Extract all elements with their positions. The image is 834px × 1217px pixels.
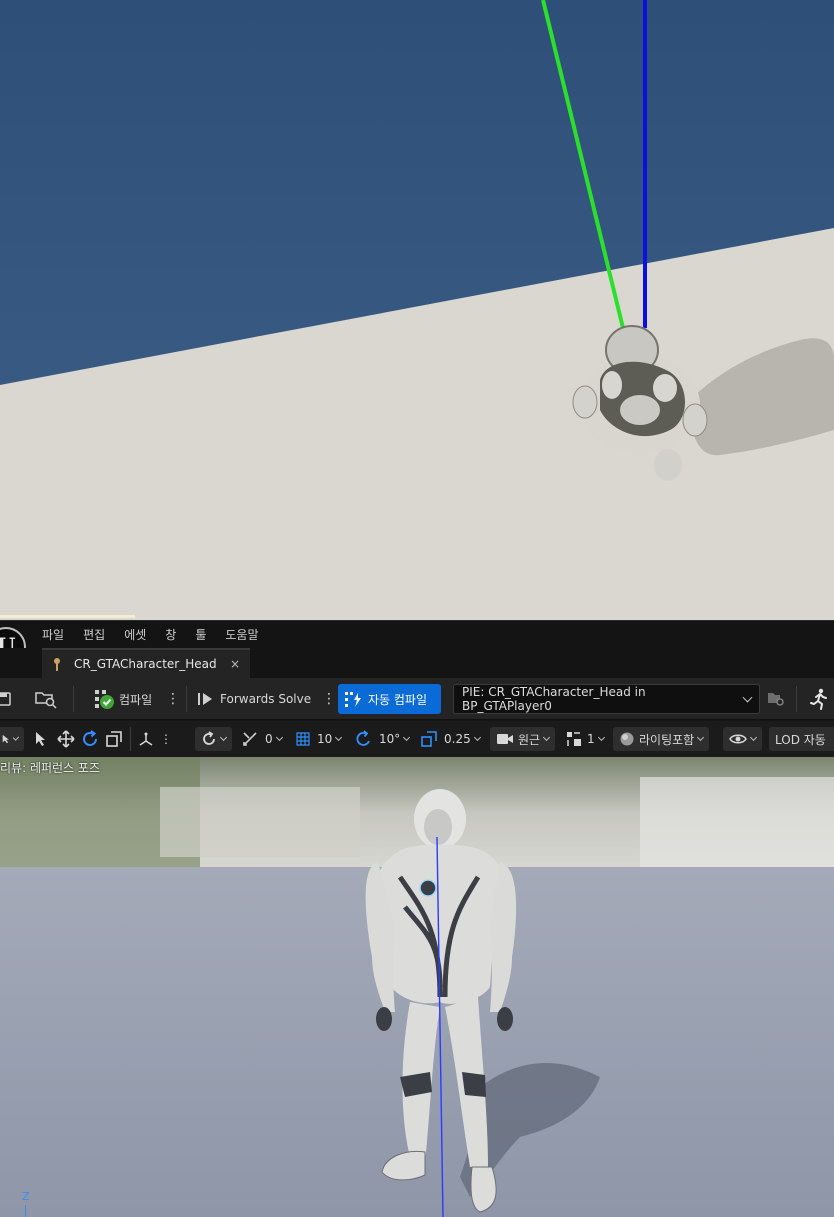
preview-mode-label: 리뷰: 레퍼런스 포즈 <box>0 761 100 775</box>
camera-mode-dropdown[interactable]: 원근 <box>490 727 556 751</box>
play-solve-icon <box>198 693 212 705</box>
surface-snap-dropdown[interactable] <box>195 727 232 751</box>
lod-dropdown[interactable]: LOD 자동 <box>769 727 834 751</box>
preview-viewport[interactable]: 리뷰: 레퍼런스 포즈 Z <box>0 757 834 1217</box>
layout-icon <box>567 732 581 746</box>
select-mode-dropdown[interactable] <box>0 727 24 751</box>
save-button[interactable] <box>0 684 12 714</box>
forwards-solve-button[interactable]: Forwards Solve <box>197 684 311 714</box>
browse-debug-button[interactable] <box>766 684 786 714</box>
auto-compile-icon <box>345 692 361 707</box>
axis-z-label: Z <box>22 1190 30 1203</box>
scale-snap-value: 0.25 <box>444 732 471 746</box>
eye-icon <box>729 734 747 744</box>
angle-snap-control[interactable]: 10° <box>355 727 411 751</box>
grid-icon <box>296 732 310 746</box>
save-icon <box>0 692 11 706</box>
cursor-icon <box>36 732 45 746</box>
lod-label: LOD 자동 <box>775 732 826 747</box>
surface-snap-icon <box>203 731 215 745</box>
auto-compile-button[interactable]: 자동 컴파일 <box>338 684 441 714</box>
show-flags-dropdown[interactable] <box>723 727 762 751</box>
browse-button[interactable] <box>34 684 58 714</box>
control-rig-icon <box>50 657 64 671</box>
screen-count-value: 1 <box>587 732 595 746</box>
compile-label: 컴파일 <box>119 692 153 707</box>
grid-snap-control[interactable]: 10 <box>295 727 343 751</box>
progress-bar <box>0 615 135 618</box>
axis-z-indicator <box>25 1205 26 1217</box>
move-icon <box>57 730 75 748</box>
select-tool-button[interactable] <box>34 727 48 751</box>
snap-rotate-icon <box>243 732 257 746</box>
scale-snap-control[interactable]: 0.25 <box>420 727 481 751</box>
game-viewport[interactable] <box>0 0 834 620</box>
world-axis-icon <box>139 732 153 746</box>
view-mode-dropdown[interactable]: 라이팅포함 <box>613 727 710 751</box>
folder-search-icon <box>768 693 784 706</box>
auto-compile-label: 자동 컴파일 <box>368 692 428 707</box>
compile-options-icon[interactable]: ⋮ <box>166 684 180 714</box>
screen-layout-control[interactable]: 1 <box>565 727 605 751</box>
menu-tools[interactable]: 툴 <box>195 626 215 643</box>
solve-options-icon[interactable]: ⋮ <box>322 684 336 714</box>
tab-cr-gtacharacter-head[interactable]: CR_GTACharacter_Head × <box>42 648 250 678</box>
angle-snap-icon <box>356 730 370 746</box>
scale-icon <box>106 731 122 747</box>
tab-bar: CR_GTACharacter_Head × <box>0 648 834 678</box>
menu-edit[interactable]: 편집 <box>83 626 114 643</box>
menu-file[interactable]: 파일 <box>42 626 73 643</box>
game-scene <box>0 0 834 620</box>
compile-success-icon <box>95 690 114 709</box>
angle-snap-value: 10° <box>379 732 401 746</box>
close-icon[interactable]: × <box>230 657 240 671</box>
tab-label: CR_GTACharacter_Head <box>74 657 217 671</box>
menu-asset[interactable]: 에셋 <box>124 626 155 643</box>
menu-window[interactable]: 창 <box>165 626 185 643</box>
menu-bar: U 파일 편집 에셋 창 툴 도움말 <box>0 620 834 667</box>
cursor-icon <box>2 734 9 744</box>
folder-search-icon <box>35 692 57 709</box>
coordinate-space-button[interactable] <box>138 727 154 751</box>
main-toolbar: 컴파일 ⋮ Forwards Solve ⋮ 자동 컴파일 PIE: CR_GT… <box>0 678 834 720</box>
scale-snap-icon <box>421 731 437 747</box>
forwards-solve-label: Forwards Solve <box>220 692 312 706</box>
grid-snap-value: 10 <box>317 732 333 746</box>
translate-tool-button[interactable] <box>57 727 75 751</box>
run-mode-button[interactable] <box>808 684 830 714</box>
pie-select-label: PIE: CR_GTACharacter_Head in BP_GTAPlaye… <box>462 685 646 713</box>
preview-scene <box>0 757 834 1217</box>
camera-mode-label: 원근 <box>518 732 541 747</box>
rotation-snap-control[interactable]: 0 <box>241 727 283 751</box>
chevron-down-icon <box>742 692 753 702</box>
transform-options-icon[interactable]: ⋮ <box>160 727 172 751</box>
rotate-icon <box>83 730 97 746</box>
rotation-snap-value: 0 <box>265 732 273 746</box>
running-person-icon <box>810 688 827 710</box>
view-mode-label: 라이팅포함 <box>639 732 695 747</box>
pie-debug-object-select[interactable]: PIE: CR_GTACharacter_Head in BP_GTAPlaye… <box>453 684 760 714</box>
compile-button[interactable]: 컴파일 <box>93 684 152 714</box>
menu-help[interactable]: 도움말 <box>225 626 267 643</box>
camera-icon <box>497 734 513 744</box>
scale-tool-button[interactable] <box>105 727 123 751</box>
viewport-toolbar: ⋮ 0 10 10° 0.25 원근 1 라이팅포함 LOD 자동 <box>0 721 834 757</box>
lit-sphere-icon <box>620 732 634 746</box>
rotate-tool-button[interactable] <box>81 727 99 751</box>
